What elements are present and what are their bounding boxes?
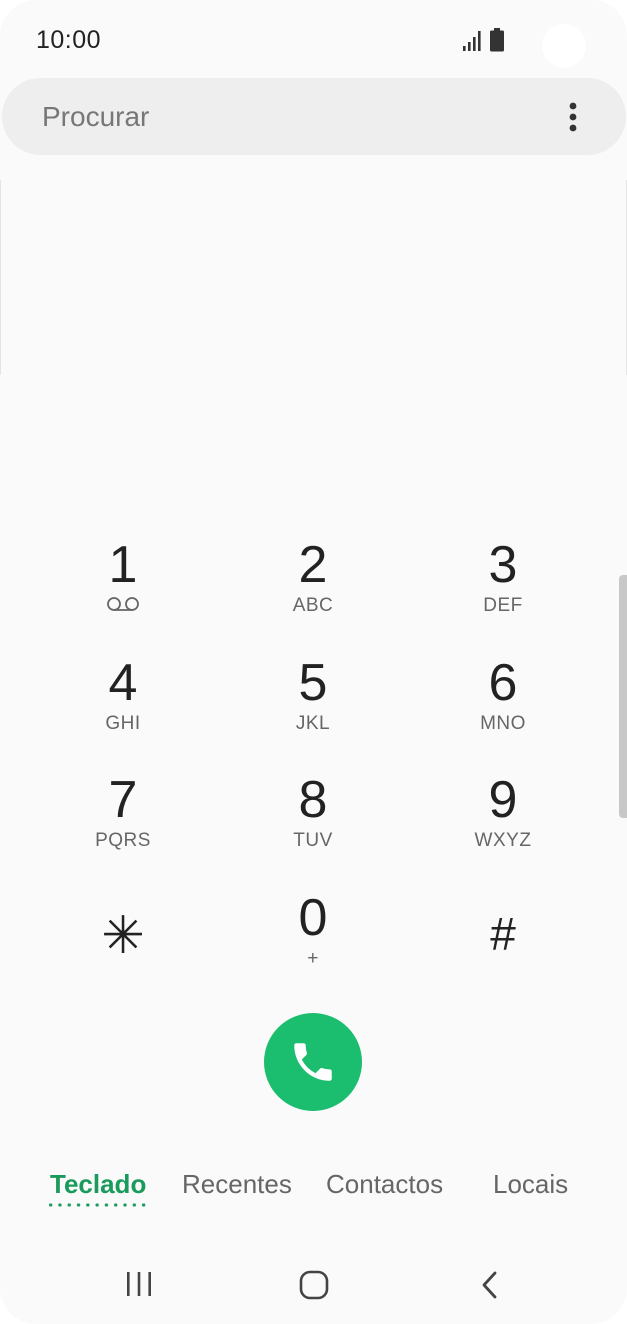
key-digit: 9: [488, 771, 518, 829]
key-4[interactable]: 4 GHI: [43, 654, 203, 754]
key-letters: DEF: [483, 595, 523, 616]
back-icon[interactable]: [478, 1269, 502, 1301]
search-bar[interactable]: Procurar: [2, 78, 626, 155]
signal-icon: [463, 31, 481, 51]
key-letters: WXYZ: [474, 830, 532, 851]
key-3[interactable]: 3 DEF: [423, 536, 583, 636]
key-digit: 1: [108, 536, 138, 594]
phone-icon: [294, 1043, 332, 1081]
key-letters: MNO: [480, 713, 526, 734]
phone-screen: 10:00 Procurar 1 2 ABC 3 DEF 4 GHI 5 JKL…: [0, 0, 627, 1324]
call-button[interactable]: [264, 1013, 362, 1111]
bottom-tabs: Teclado Recentes Contactos Locais: [0, 1165, 627, 1225]
key-2[interactable]: 2 ABC: [233, 536, 393, 636]
number-display: [0, 180, 627, 375]
key-letters: GHI: [105, 713, 141, 734]
key-digit: 5: [298, 654, 328, 712]
tab-contactos[interactable]: Contactos: [326, 1169, 443, 1200]
more-options-icon[interactable]: [554, 96, 592, 138]
tab-teclado[interactable]: Teclado: [50, 1169, 146, 1200]
key-8[interactable]: 8 TUV: [233, 771, 393, 871]
key-9[interactable]: 9 WXYZ: [423, 771, 583, 871]
key-digit: 8: [298, 771, 328, 829]
key-digit: 4: [108, 654, 138, 712]
recent-apps-icon[interactable]: [122, 1270, 156, 1298]
home-icon[interactable]: [298, 1269, 330, 1301]
key-digit: 3: [488, 536, 518, 594]
search-input[interactable]: Procurar: [42, 101, 149, 133]
key-0[interactable]: 0 +: [233, 889, 393, 989]
key-6[interactable]: 6 MNO: [423, 654, 583, 754]
edge-panel-handle[interactable]: [619, 575, 627, 818]
navigation-bar: [0, 1250, 627, 1324]
key-hash[interactable]: #: [423, 889, 583, 989]
status-bar: 10:00: [0, 0, 627, 80]
camera-cutout: [542, 24, 586, 68]
key-letters: TUV: [293, 830, 333, 851]
key-digit: 0: [298, 889, 328, 947]
status-time: 10:00: [36, 26, 102, 54]
key-5[interactable]: 5 JKL: [233, 654, 393, 754]
battery-icon: [490, 28, 504, 52]
key-1[interactable]: 1: [43, 536, 203, 636]
key-digit: 7: [108, 771, 138, 829]
key-letters: PQRS: [95, 830, 151, 851]
tab-recentes[interactable]: Recentes: [182, 1169, 292, 1200]
key-letters: +: [307, 948, 319, 969]
key-digit: ✳: [101, 907, 145, 965]
key-digit: #: [490, 908, 516, 960]
key-digit: 6: [488, 654, 518, 712]
key-7[interactable]: 7 PQRS: [43, 771, 203, 871]
voicemail-icon: [107, 597, 139, 611]
key-digit: 2: [298, 536, 328, 594]
key-star[interactable]: ✳: [43, 889, 203, 989]
tab-locais[interactable]: Locais: [493, 1169, 568, 1200]
active-tab-indicator: [46, 1203, 148, 1207]
key-letters: ABC: [292, 595, 334, 616]
key-letters: JKL: [295, 713, 331, 734]
